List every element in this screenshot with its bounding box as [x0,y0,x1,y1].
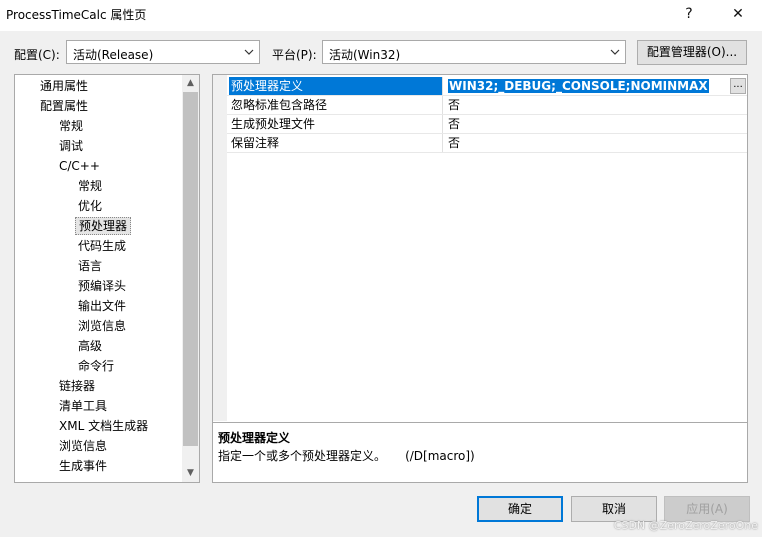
chevron-down-icon [244,49,254,55]
property-value[interactable]: 否 [445,134,747,152]
tree-item-general[interactable]: 常规 [56,117,86,135]
tree-item-debugging[interactable]: 调试 [56,137,86,155]
ok-button[interactable]: 确定 [477,496,563,522]
property-row[interactable]: 生成预处理文件 否 [227,115,747,134]
property-row[interactable]: 忽略标准包含路径 否 [227,96,747,115]
platform-select[interactable]: 活动(Win32) [322,40,626,64]
tree-item-browse-information[interactable]: 浏览信息 [56,437,110,455]
platform-label: 平台(P): [272,48,317,62]
property-value[interactable]: WIN32;_DEBUG;_CONSOLE;NOMINMAX [445,77,747,95]
property-value-text[interactable]: WIN32;_DEBUG;_CONSOLE;NOMINMAX [448,79,709,93]
scroll-down-icon[interactable]: ▼ [182,465,199,482]
tree-item-advanced[interactable]: 高级 [75,337,105,355]
tree-item-cpp-general[interactable]: 常规 [75,177,105,195]
property-name: 保留注释 [229,134,443,152]
tree-item-common-properties[interactable]: 通用属性 [37,77,91,95]
title-bar: ProcessTimeCalc 属性页 ? ✕ [0,0,762,31]
tree-item-linker[interactable]: 链接器 [56,377,98,395]
property-name: 预处理器定义 [229,77,443,95]
tree-item-precompiled-headers[interactable]: 预编译头 [75,277,129,295]
tree-item-browse-information[interactable]: 浏览信息 [75,317,129,335]
tree-item-command-line[interactable]: 命令行 [75,357,117,375]
description-text: 指定一个或多个预处理器定义。 (/D[macro]) [218,449,475,463]
chevron-down-icon [610,49,620,55]
help-button[interactable]: ? [667,0,711,28]
scrollbar-thumb[interactable] [183,92,198,446]
config-manager-button[interactable]: 配置管理器(O)... [637,40,747,65]
description-title: 预处理器定义 [218,431,291,445]
tree-item-code-generation[interactable]: 代码生成 [75,237,129,255]
property-name: 生成预处理文件 [229,115,443,133]
tree-item-preprocessor[interactable]: 预处理器 [75,217,132,235]
property-tree: 通用属性 配置属性 常规 调试 C/C++ 常规 优化 预处理器 代码生成 语言… [14,74,200,483]
window-title: ProcessTimeCalc 属性页 [6,8,147,22]
configuration-row: 配置(C): 活动(Release) 平台(P): 活动(Win32) 配置管理… [0,40,762,66]
scroll-up-icon[interactable]: ▲ [182,75,199,92]
tree-item-cpp[interactable]: C/C++ [56,157,103,175]
config-label: 配置(C): [14,48,60,62]
config-select[interactable]: 活动(Release) [66,40,260,64]
config-select-value: 活动(Release) [73,48,154,62]
tree-item-optimization[interactable]: 优化 [75,197,105,215]
tree-item-build-events[interactable]: 生成事件 [56,457,110,475]
property-name: 忽略标准包含路径 [229,96,443,114]
platform-select-value: 活动(Win32) [329,48,401,62]
tree-item-output-files[interactable]: 输出文件 [75,297,129,315]
close-button[interactable]: ✕ [716,0,760,28]
watermark: CSDN @ZeroZeroZeroOne [613,519,758,532]
grid-gutter [213,75,227,421]
tree-item-language[interactable]: 语言 [75,257,105,275]
tree-item-manifest-tool[interactable]: 清单工具 [56,397,110,415]
property-value[interactable]: 否 [445,96,747,114]
edit-ellipsis-button[interactable]: ... [730,78,746,94]
tree-scrollbar[interactable]: ▲ ▼ [182,75,199,482]
property-row[interactable]: 保留注释 否 [227,134,747,153]
property-row[interactable]: 预处理器定义 WIN32;_DEBUG;_CONSOLE;NOMINMAX ..… [227,77,747,96]
description-panel: 预处理器定义 指定一个或多个预处理器定义。 (/D[macro]) [213,422,747,482]
property-value[interactable]: 否 [445,115,747,133]
property-grid: 预处理器定义 WIN32;_DEBUG;_CONSOLE;NOMINMAX ..… [212,74,748,483]
tree-item-xml-document-generator[interactable]: XML 文档生成器 [56,417,151,435]
tree-item-configuration-properties[interactable]: 配置属性 [37,97,91,115]
